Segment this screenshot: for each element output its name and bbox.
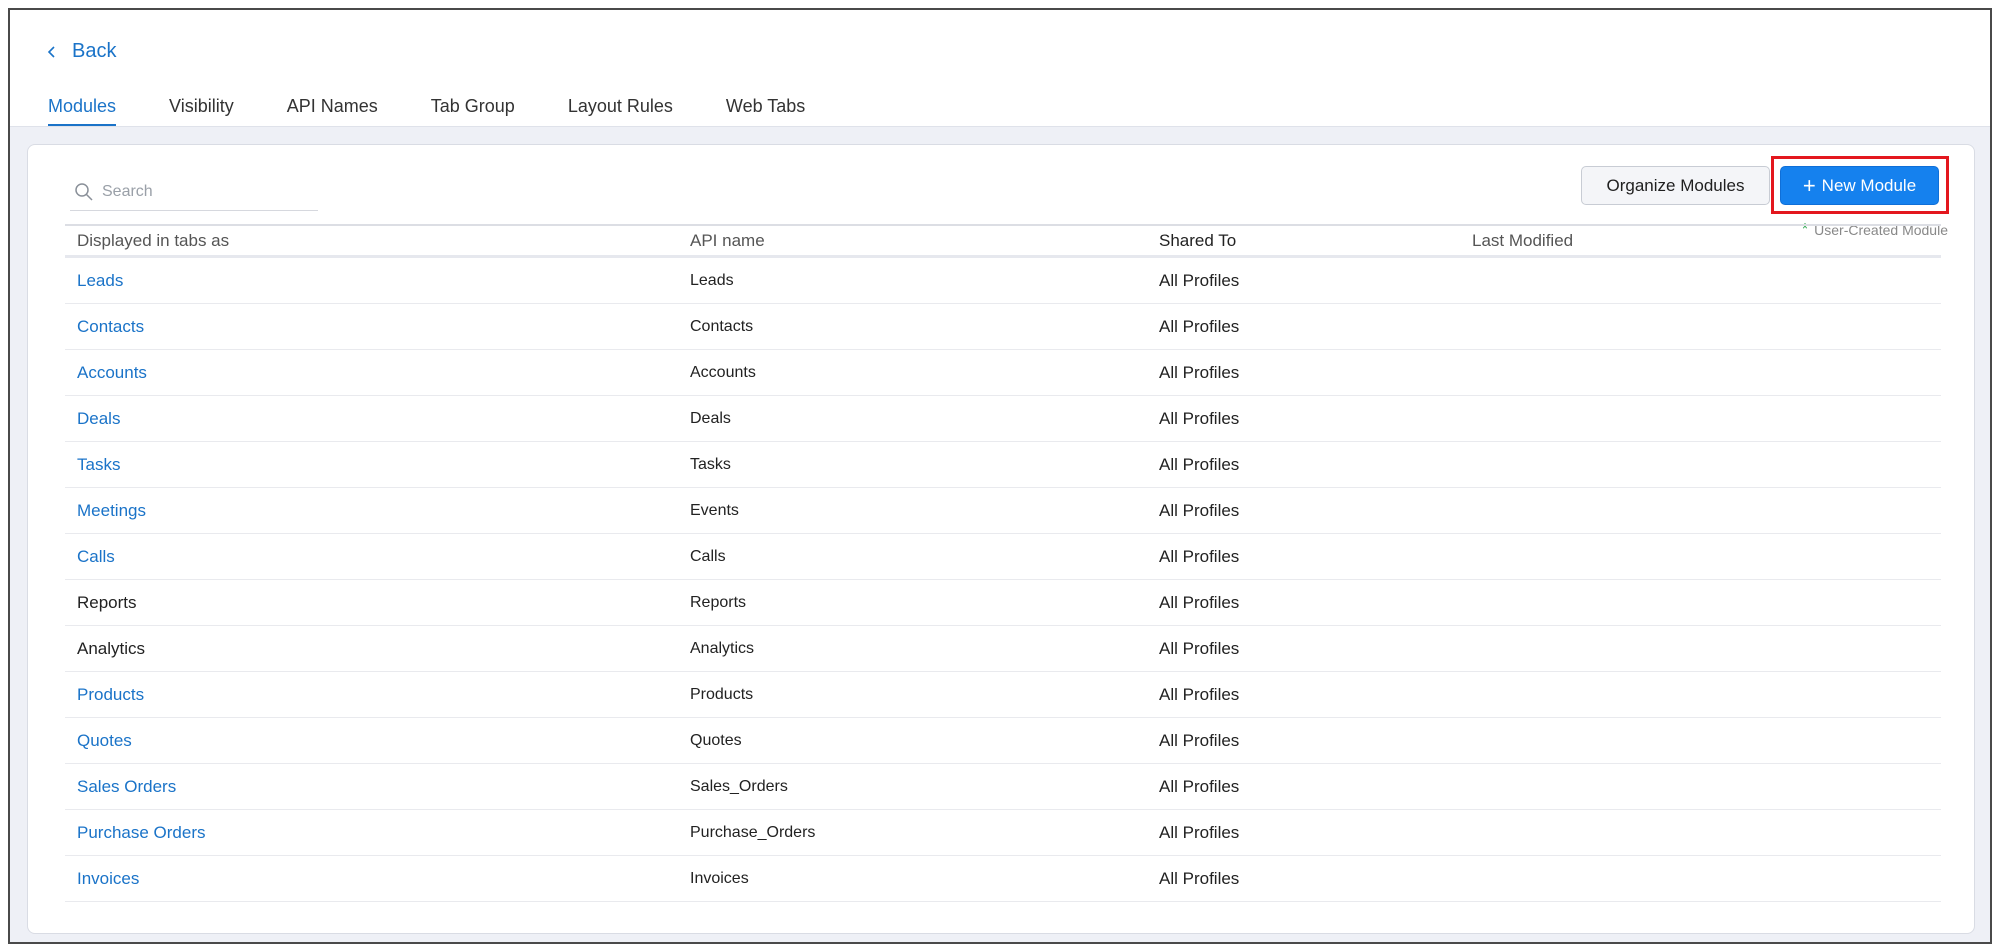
header-last-modified: Last Modified — [1472, 230, 1574, 250]
organize-modules-button[interactable]: Organize Modules — [1581, 166, 1770, 205]
module-shared-to: All Profiles — [1159, 454, 1240, 474]
module-api-name: Deals — [690, 409, 731, 427]
module-api-name: Analytics — [690, 639, 755, 657]
module-display-name[interactable]: Quotes — [65, 731, 690, 751]
module-api-name: Sales_Orders — [690, 777, 788, 795]
module-api-name: Invoices — [690, 869, 749, 887]
module-api-name: Calls — [690, 547, 726, 565]
module-shared-to: All Profiles — [1159, 500, 1240, 520]
module-display-name[interactable]: Purchase Orders — [65, 823, 690, 843]
module-display-name[interactable]: Calls — [65, 547, 690, 567]
module-api-name: Quotes — [690, 731, 742, 749]
module-shared-to: All Profiles — [1159, 546, 1240, 566]
tab-web-tabs[interactable]: Web Tabs — [726, 86, 805, 126]
search-input[interactable] — [102, 182, 302, 201]
table-row[interactable]: Leads Leads All Profiles — [65, 258, 1941, 304]
module-shared-to: All Profiles — [1159, 592, 1240, 612]
table-row[interactable]: Deals Deals All Profiles — [65, 396, 1941, 442]
header-displayed-in-tabs-as: Displayed in tabs as — [77, 230, 230, 250]
table-row[interactable]: Accounts Accounts All Profiles — [65, 350, 1941, 396]
table-row[interactable]: Contacts Contacts All Profiles — [65, 304, 1941, 350]
modules-table: Displayed in tabs as API name Shared To … — [65, 224, 1941, 902]
table-row[interactable]: Products Products All Profiles — [65, 672, 1941, 718]
tab-api-names[interactable]: API Names — [287, 86, 378, 126]
header-api-name: API name — [690, 230, 765, 250]
highlight-box — [1771, 156, 1949, 214]
module-shared-to: All Profiles — [1159, 638, 1240, 658]
module-display-name[interactable]: Meetings — [65, 501, 690, 521]
module-shared-to: All Profiles — [1159, 408, 1240, 428]
tab-modules[interactable]: Modules — [48, 86, 117, 126]
module-api-name: Reports — [690, 593, 747, 611]
module-shared-to: All Profiles — [1159, 684, 1240, 704]
table-row[interactable]: Invoices Invoices All Profiles — [65, 856, 1941, 902]
module-api-name: Leads — [690, 271, 734, 289]
module-display-name[interactable]: Invoices — [65, 869, 690, 889]
table-row[interactable]: Tasks Tasks All Profiles — [65, 442, 1941, 488]
tab-tab-group[interactable]: Tab Group — [431, 86, 515, 126]
module-display-name[interactable]: Products — [65, 685, 690, 705]
module-display-name[interactable]: Deals — [65, 409, 690, 429]
back-label: Back — [72, 40, 117, 62]
module-display-name[interactable]: Tasks — [65, 455, 690, 475]
table-row[interactable]: Sales Orders Sales_Orders All Profiles — [65, 764, 1941, 810]
table-row[interactable]: Purchase Orders Purchase_Orders All Profil… — [65, 810, 1941, 856]
module-shared-to: All Profiles — [1159, 316, 1240, 336]
module-shared-to: All Profiles — [1159, 730, 1240, 750]
back-link[interactable]: Back — [46, 40, 116, 63]
module-display-name[interactable]: Contacts — [65, 317, 690, 337]
table-header: Displayed in tabs as API name Shared To … — [65, 224, 1941, 258]
module-api-name: Accounts — [690, 363, 756, 381]
module-display-name: Reports — [77, 592, 137, 612]
module-shared-to: All Profiles — [1159, 822, 1240, 842]
search-box — [70, 173, 318, 211]
table-row[interactable]: Reports Reports All Profiles — [65, 580, 1941, 626]
module-shared-to: All Profiles — [1159, 868, 1240, 888]
module-shared-to: All Profiles — [1159, 270, 1240, 290]
module-api-name: Products — [690, 685, 754, 703]
table-body: Leads Leads All Profiles Contacts Contacts Al… — [65, 258, 1941, 902]
table-row[interactable]: Meetings Events All Profiles — [65, 488, 1941, 534]
module-shared-to: All Profiles — [1159, 362, 1240, 382]
module-api-name: Events — [690, 501, 739, 519]
table-row[interactable]: Quotes Quotes All Profiles — [65, 718, 1941, 764]
module-display-name: Analytics — [77, 638, 146, 658]
tab-visibility[interactable]: Visibility — [169, 86, 234, 126]
module-api-name: Tasks — [690, 455, 731, 473]
module-shared-to: All Profiles — [1159, 776, 1240, 796]
settings-tabs: Modules Visibility API Names Tab Group L… — [48, 86, 858, 126]
chevron-left-icon — [47, 45, 55, 58]
table-row[interactable]: Calls Calls All Profiles — [65, 534, 1941, 580]
module-api-name: Purchase_Orders — [690, 823, 816, 841]
module-api-name: Contacts — [690, 317, 754, 335]
modules-panel: Organize Modules + New Module * User-Cre… — [27, 144, 1975, 934]
tab-layout-rules[interactable]: Layout Rules — [568, 86, 673, 126]
table-row[interactable]: Analytics Analytics All Profiles — [65, 626, 1941, 672]
app-window: Back Modules Visibility API Names Tab Gr… — [8, 8, 1992, 944]
search-icon — [75, 182, 93, 201]
module-display-name[interactable]: Leads — [65, 271, 690, 291]
content-area: Organize Modules + New Module * User-Cre… — [10, 126, 1990, 942]
module-display-name[interactable]: Accounts — [65, 363, 690, 383]
header-shared-to: Shared To — [1159, 230, 1237, 250]
module-display-name[interactable]: Sales Orders — [65, 777, 690, 797]
